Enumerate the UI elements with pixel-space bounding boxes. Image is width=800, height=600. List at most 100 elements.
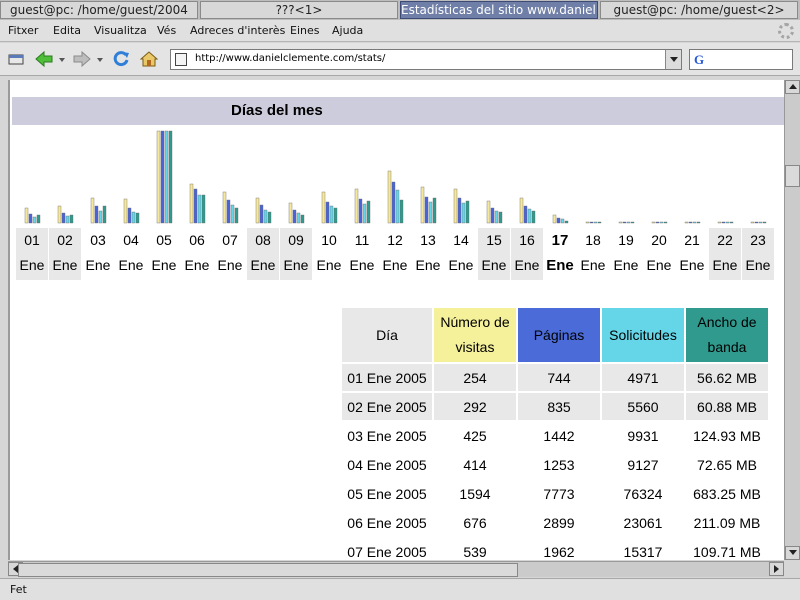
day-label: 14 Ene [445, 228, 477, 280]
scroll-up-button[interactable] [785, 80, 800, 94]
daily-stats-table: Día Número de visitas Páginas Solicitude… [340, 306, 770, 560]
menu-visualitza[interactable]: Visualitza [94, 24, 147, 37]
google-icon[interactable]: G [694, 52, 704, 68]
chart-bar [263, 209, 268, 224]
day-label: 13 Ene [412, 228, 444, 280]
day-month: Ene [613, 257, 639, 273]
taskbar: guest@pc: /home/guest/2004 ???<1> Estadí… [0, 0, 800, 20]
chart-bar [226, 199, 231, 224]
scroll-right-button[interactable] [769, 562, 784, 576]
reload-icon[interactable] [111, 49, 131, 69]
chart-bar [321, 191, 326, 224]
menu-adreces[interactable]: Adreces d'interès [190, 24, 285, 37]
new-window-icon[interactable] [6, 49, 26, 69]
cell-day: 07 Ene 2005 [347, 543, 427, 560]
cell-bandwidth: 124.93 MB [693, 427, 761, 444]
day-number: 17 [551, 232, 569, 249]
cell-pages: 835 [518, 393, 600, 420]
forward-dropdown-icon[interactable] [97, 58, 103, 62]
chart-bar [465, 200, 470, 224]
chart-bar [486, 200, 491, 224]
cell-day: 05 Ene 2005 [347, 485, 427, 502]
chart-bar [36, 214, 41, 224]
day-label: 19 Ene [610, 228, 642, 280]
menu-eines[interactable]: Eines [290, 24, 319, 37]
day-month: Ene [349, 257, 375, 273]
cell-hits: 15317 [623, 543, 663, 560]
chart-bar [69, 214, 74, 224]
cell-day: 02 Ene 2005 [342, 393, 432, 420]
chart-bar [717, 221, 722, 224]
table-row: 04 Ene 2005 414 1253 9127 72.65 MB [342, 451, 768, 478]
day-number: 18 [585, 232, 601, 248]
cell-bandwidth: 56.62 MB [686, 364, 768, 391]
cell-hits: 9127 [627, 456, 659, 473]
page-viewport: Días del mes 01 Ene 02 Ene 03 Ene 04 Ene 05 Ene 06… [8, 80, 784, 560]
day-label: 16 Ene [511, 228, 543, 280]
taskbar-item-terminal-2004[interactable]: guest@pc: /home/guest/2004 [0, 1, 198, 19]
chart-bar [758, 221, 763, 224]
chart-bar [193, 188, 198, 224]
chart-bar [597, 221, 602, 224]
throbber-icon [778, 23, 794, 39]
table-row: 05 Ene 2005 1594 7773 76324 683.25 MB [342, 480, 768, 507]
cell-bandwidth: 72.65 MB [697, 456, 757, 473]
chart-bar [494, 210, 499, 224]
day-label: 02 Ene [49, 228, 81, 280]
url-field[interactable]: http://www.danielclemente.com/stats/ [170, 49, 682, 70]
menu-fitxer[interactable]: Fitxer [8, 24, 38, 37]
cell-visits: 425 [463, 427, 487, 444]
chart-bar [395, 189, 400, 224]
day-month: Ene [415, 257, 441, 273]
chart-bar [655, 221, 660, 224]
cell-visits: 254 [434, 364, 516, 391]
day-month: Ene [546, 257, 574, 274]
vertical-scroll-thumb[interactable] [785, 165, 800, 187]
chart-bar [135, 212, 140, 224]
menu-ves[interactable]: Vés [157, 24, 176, 37]
chart-bar [531, 210, 536, 224]
scroll-down-button[interactable] [785, 546, 800, 560]
url-dropdown-button[interactable] [665, 50, 681, 69]
cell-hits: 4971 [602, 364, 684, 391]
menu-ajuda[interactable]: Ajuda [332, 24, 363, 37]
cell-visits: 292 [434, 393, 516, 420]
header-ancho-banda: Ancho de banda [686, 308, 768, 362]
forward-arrow-icon[interactable] [72, 49, 92, 69]
day-number: 13 [420, 232, 436, 248]
home-icon[interactable] [139, 49, 159, 69]
day-number: 03 [90, 232, 106, 248]
vertical-scrollbar[interactable] [784, 80, 800, 560]
chart-bar [688, 221, 693, 224]
day-label: 18 Ene [577, 228, 609, 280]
search-field[interactable]: G [689, 49, 793, 70]
taskbar-item-terminal-2[interactable]: guest@pc: /home/guest<2> [600, 1, 798, 19]
chart-bar [453, 188, 458, 224]
cell-hits: 5560 [602, 393, 684, 420]
day-label: 03 Ene [82, 228, 114, 280]
taskbar-item-unknown[interactable]: ???<1> [200, 1, 398, 19]
chart-bar [234, 207, 239, 224]
menu-edita[interactable]: Edita [53, 24, 81, 37]
day-label: 10 Ene [313, 228, 345, 280]
cell-pages: 7773 [543, 485, 575, 502]
day-number: 16 [519, 232, 535, 248]
back-arrow-icon[interactable] [34, 49, 54, 69]
taskbar-item-browser[interactable]: Estadísticas del sitio www.daniel... [400, 1, 598, 19]
chart-bar [230, 204, 235, 224]
chart-bar [560, 218, 565, 224]
table-row: 03 Ene 2005 425 1442 9931 124.93 MB [342, 422, 768, 449]
cell-bandwidth: 683.25 MB [693, 485, 761, 502]
day-number: 11 [354, 232, 370, 248]
cell-visits: 539 [463, 543, 487, 560]
chart-bar [156, 130, 161, 224]
day-month: Ene [679, 257, 705, 273]
site-icon [175, 53, 187, 66]
cell-hits: 23061 [623, 514, 663, 531]
day-number: 01 [24, 232, 40, 248]
horizontal-scrollbar[interactable] [8, 561, 784, 577]
horizontal-scroll-thumb[interactable] [18, 563, 518, 577]
cell-visits: 1594 [459, 485, 491, 502]
day-number: 21 [684, 232, 700, 248]
back-dropdown-icon[interactable] [59, 58, 65, 62]
